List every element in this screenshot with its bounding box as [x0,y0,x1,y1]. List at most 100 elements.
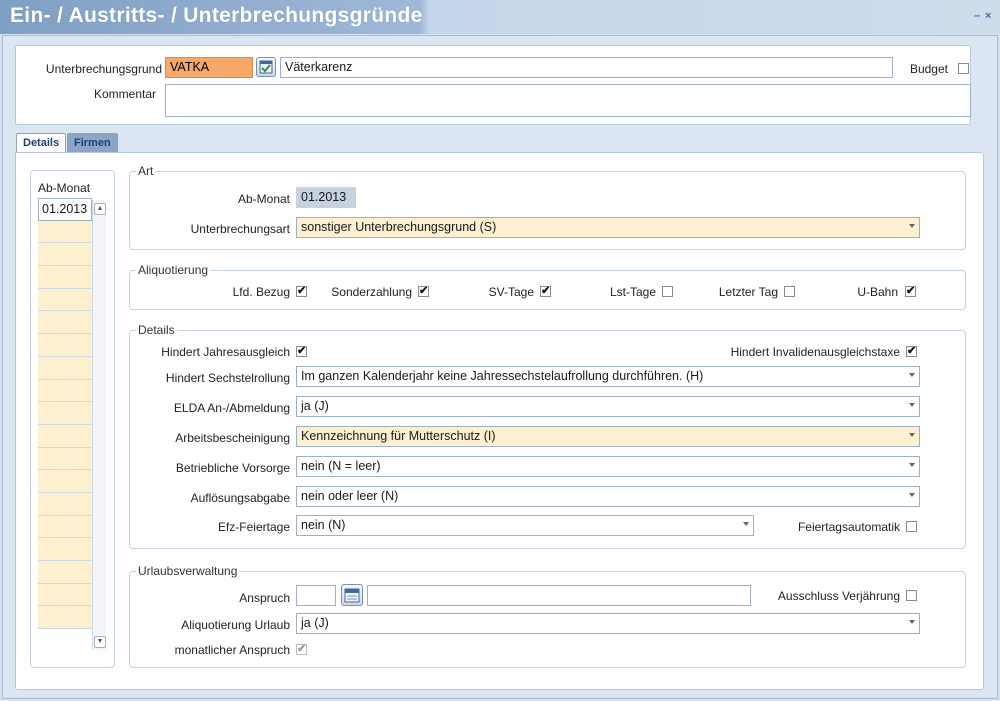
group-art: Art [129,164,966,250]
month-row-empty[interactable] [38,311,92,335]
u-bahn-checkbox[interactable]: ✔ [905,286,916,297]
calendar-icon [344,588,360,603]
scroll-up-icon[interactable]: ▲ [94,203,106,215]
lst-tage-checkbox[interactable] [662,286,673,297]
chevron-down-icon [909,620,915,624]
month-list-header: Ab-Monat [38,181,91,195]
aliq-urlaub-label: Aliquotierung Urlaub [181,618,290,632]
month-row-empty[interactable] [38,243,92,267]
month-row-empty[interactable] [38,424,92,448]
vorsorge-select[interactable]: nein (N = leer) [296,456,920,477]
unterbrechungsart-select[interactable]: sonstiger Unterbrechungsgrund (S) [296,217,920,238]
chevron-down-icon [909,224,915,228]
aufloesung-value: nein oder leer (N) [301,489,399,503]
month-row-empty[interactable] [38,515,92,539]
month-row-empty[interactable] [38,266,92,289]
kommentar-field[interactable] [165,84,971,117]
month-row-empty[interactable] [38,288,92,312]
checklist-icon [259,60,273,74]
month-row-empty[interactable] [38,538,92,561]
invalid-label: Hindert Invalidenausgleichstaxe [730,345,900,359]
month-row-empty[interactable] [38,220,92,244]
window-title: Ein- / Austritts- / Unterbrechungsgründe [10,4,423,27]
month-row-empty[interactable] [38,492,92,516]
month-row-empty[interactable] [38,334,92,357]
sv-tage-checkbox[interactable]: ✔ [540,286,551,297]
elda-label: ELDA An-/Abmeldung [173,401,290,415]
aliq-urlaub-select[interactable]: ja (J) [296,613,920,634]
vorsorge-value: nein (N = leer) [301,459,381,473]
scroll-down-icon[interactable]: ▼ [94,636,106,648]
aufloesung-select[interactable]: nein oder leer (N) [296,486,920,507]
kommentar-label: Kommentar [93,87,156,101]
anspruch-text-field[interactable] [367,585,751,606]
anspruch-label: Anspruch [239,591,290,605]
month-row-empty[interactable] [38,470,92,493]
feiertag-label: Feiertagsautomatik [797,520,900,534]
jahresausgleich-label: Hindert Jahresausgleich [161,345,290,359]
efz-select[interactable]: nein (N) [296,515,754,536]
anspruch-field[interactable] [296,585,336,606]
month-row-empty[interactable] [38,447,92,471]
verjaehrung-label: Ausschluss Verjährung [777,589,900,603]
month-row-selected[interactable]: 01.2013 [38,198,92,221]
invalid-checkbox[interactable]: ✔ [906,346,917,357]
chevron-down-icon [909,373,915,377]
u-bahn-label: U-Bahn [857,285,898,299]
verjaehrung-checkbox[interactable] [906,590,917,601]
chevron-down-icon [743,522,749,526]
sechstel-select[interactable]: Im ganzen Kalenderjahr keine Jahressechs… [296,366,920,387]
grund-label: Unterbrechungsgrund [45,62,162,76]
lookup-button[interactable] [256,57,276,77]
month-row-empty[interactable] [38,356,92,380]
aufloesung-label: Auflösungsabgabe [190,491,290,505]
elda-select[interactable]: ja (J) [296,396,920,417]
lfd-bezug-checkbox[interactable]: ✔ [296,286,307,297]
group-details-title: Details [136,323,177,337]
budget-checkbox[interactable] [958,63,969,74]
month-row-empty[interactable] [38,379,92,403]
month-list-scrollbar[interactable]: ▲ ▼ [92,200,106,650]
month-row-empty[interactable] [38,583,92,607]
efz-label: Efz-Feiertage [217,520,290,534]
arbeits-select[interactable]: Kennzeichnung für Mutterschutz (I) [296,426,920,447]
elda-value: ja (J) [301,399,329,413]
close-icon[interactable]: × [985,10,991,22]
unterbrechungsart-value: sonstiger Unterbrechungsgrund (S) [301,220,497,234]
month-row-empty[interactable] [38,561,92,584]
title-bar: Ein- / Austritts- / Unterbrechungsgründe… [0,0,1000,34]
chevron-down-icon [909,463,915,467]
ab-monat-field: 01.2013 [296,187,356,208]
month-row-empty[interactable] [38,402,92,425]
budget-label: Budget [909,62,948,76]
tab-firmen[interactable]: Firmen [67,133,118,153]
jahresausgleich-checkbox[interactable]: ✔ [296,346,307,357]
ab-monat-label: Ab-Monat [237,192,290,206]
grund-code-field[interactable]: VATKA [165,57,253,78]
unterbrechungsart-label: Unterbrechungsart [190,222,290,236]
monatlich-label: monatlicher Anspruch [174,643,290,657]
aliq-urlaub-value: ja (J) [301,616,329,630]
monatlich-checkbox: ✔ [296,643,307,655]
lst-tage-label: Lst-Tage [609,285,656,299]
tab-details[interactable]: Details [16,133,67,153]
month-list: 01.2013 [38,198,92,650]
lfd-bezug-label: Lfd. Bezug [232,285,290,299]
feiertag-checkbox[interactable] [906,521,917,532]
grund-text-field[interactable]: Väterkarenz [280,57,893,78]
chevron-down-icon [909,403,915,407]
minimize-icon[interactable]: – [974,10,980,22]
calendar-button[interactable] [341,584,363,606]
sechstel-label: Hindert Sechstelrollung [165,371,290,385]
sechstel-value: Im ganzen Kalenderjahr keine Jahressechs… [301,369,704,383]
sv-tage-label: SV-Tage [488,285,534,299]
letzter-tag-label: Letzter Tag [718,285,778,299]
month-row-empty[interactable] [38,606,92,630]
chevron-down-icon [909,433,915,437]
group-art-title: Art [136,164,156,178]
group-urlaub-title: Urlaubsverwaltung [136,564,240,578]
letzter-tag-checkbox[interactable] [784,286,795,297]
efz-value: nein (N) [301,518,346,532]
arbeits-label: Arbeitsbescheinigung [175,431,290,445]
sonderzahlung-checkbox[interactable]: ✔ [418,286,429,297]
